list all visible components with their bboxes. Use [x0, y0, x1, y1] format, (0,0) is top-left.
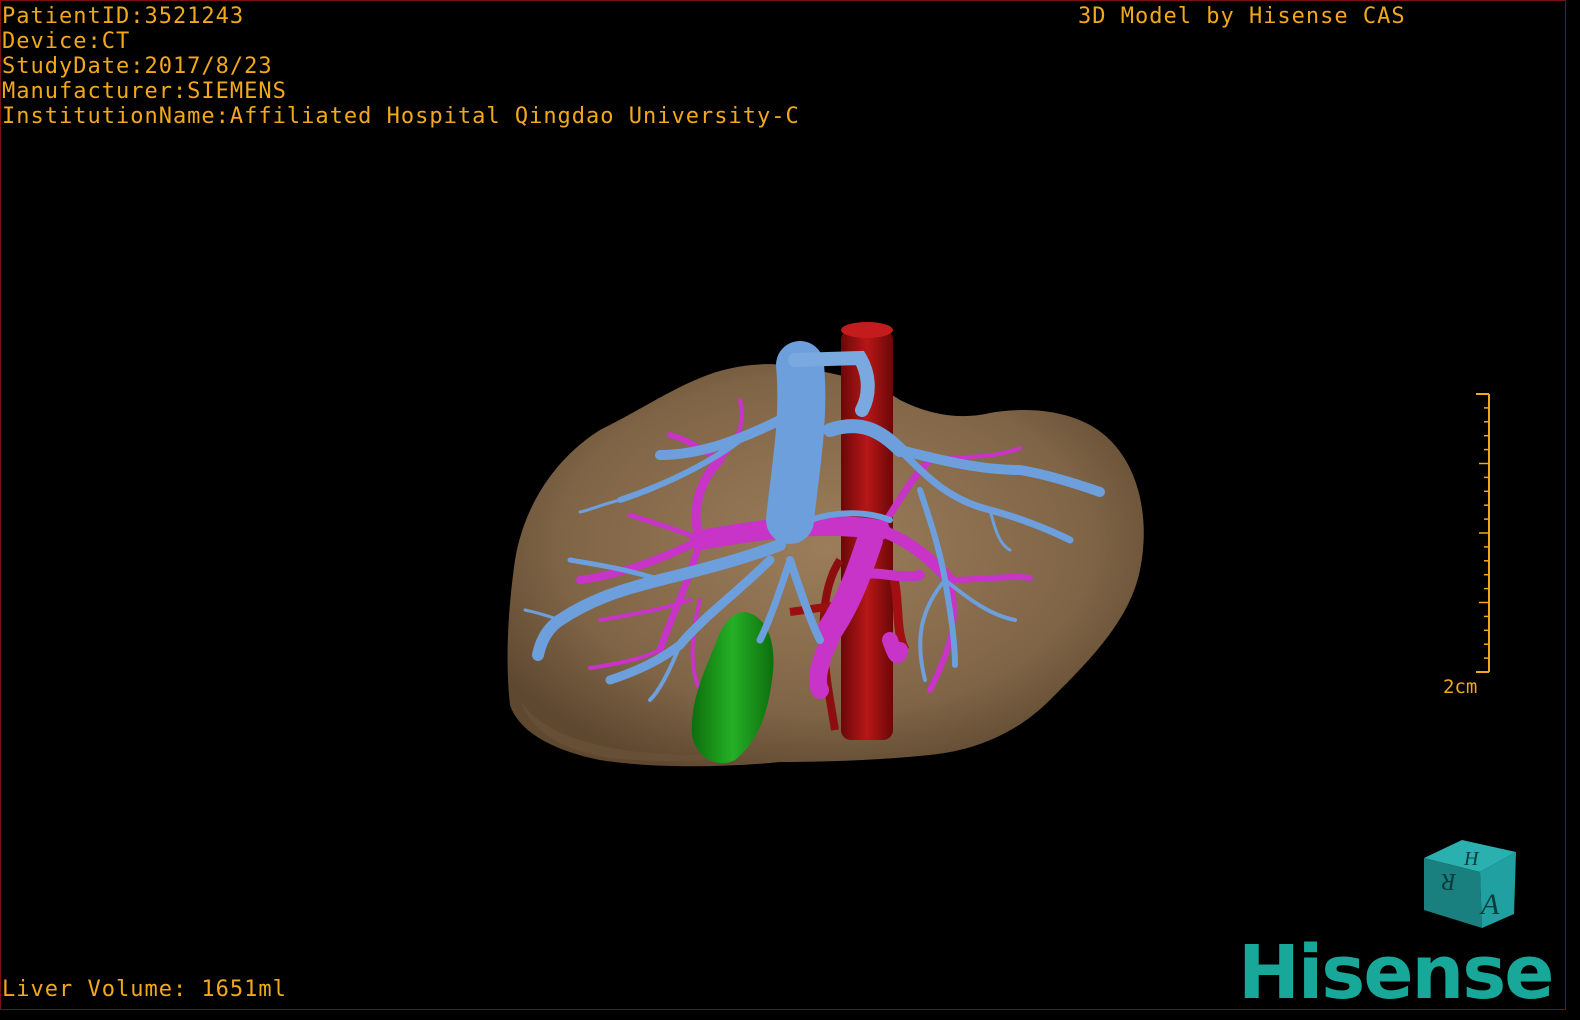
device-text: Device:CT — [2, 29, 131, 54]
scale-bar-label: 2cm — [1443, 676, 1478, 698]
patient-id-text: PatientID:3521243 — [2, 4, 245, 29]
cube-top-letter: H — [1463, 848, 1480, 870]
cube-front-letter: A — [1479, 888, 1500, 921]
3d-model-viewport[interactable]: H R A — [0, 0, 1566, 1010]
manufacturer-text: Manufacturer:SIEMENS — [2, 79, 287, 104]
dicom-info-overlay: PatientID:3521243 Device:CT StudyDate:2017… — [2, 4, 800, 129]
hisense-logo: Hisense — [1238, 930, 1554, 1016]
scale-bar-ticks — [1479, 407, 1489, 659]
orientation-cube[interactable]: H R A — [1424, 840, 1516, 928]
institution-text: InstitutionName:Affiliated Hospital Qing… — [2, 104, 800, 129]
model-credit-text: 3D Model by Hisense CAS — [1078, 4, 1406, 29]
study-date-text: StudyDate:2017/8/23 — [2, 54, 273, 79]
liver-volume-text: Liver Volume: 1651ml — [2, 977, 287, 1002]
cube-side-letter: R — [1441, 868, 1457, 894]
